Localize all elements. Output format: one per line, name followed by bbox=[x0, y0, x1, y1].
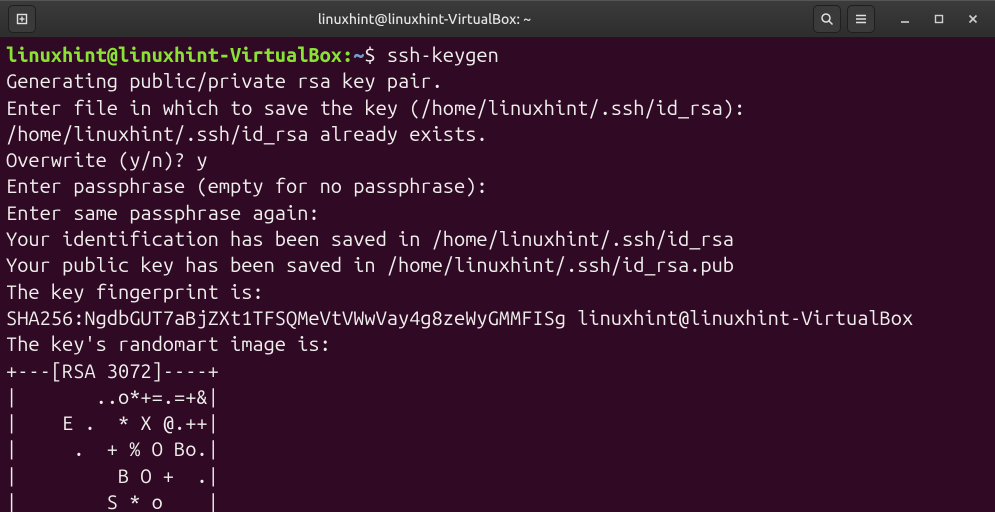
new-tab-icon bbox=[15, 12, 29, 26]
maximize-icon bbox=[933, 13, 945, 25]
menu-button[interactable] bbox=[847, 5, 875, 33]
output-line: Your public key has been saved in /home/… bbox=[6, 253, 734, 276]
output-line: Enter passphrase (empty for no passphras… bbox=[6, 174, 488, 197]
output-line: | . + % O Bo.| bbox=[6, 437, 219, 460]
titlebar: linuxhint@linuxhint-VirtualBox: ~ bbox=[0, 0, 995, 38]
prompt-path: ~ bbox=[353, 43, 364, 66]
output-line: | E . * X @.++| bbox=[6, 411, 219, 434]
command-text: ssh-keygen bbox=[387, 43, 499, 66]
output-line: /home/linuxhint/.ssh/id_rsa already exis… bbox=[6, 122, 488, 145]
close-icon bbox=[967, 13, 979, 25]
output-line: Enter file in which to save the key (/ho… bbox=[6, 96, 745, 119]
output-line: Generating public/private rsa key pair. bbox=[6, 69, 443, 92]
output-line: | B O + .| bbox=[6, 464, 219, 487]
output-line: The key's randomart image is: bbox=[6, 332, 331, 355]
search-icon bbox=[820, 12, 834, 26]
output-line: The key fingerprint is: bbox=[6, 280, 264, 303]
output-line: Your identification has been saved in /h… bbox=[6, 227, 734, 250]
prompt-userhost: linuxhint@linuxhint-VirtualBox bbox=[6, 43, 342, 66]
titlebar-right bbox=[813, 5, 987, 33]
output-line: +---[RSA 3072]----+ bbox=[6, 359, 219, 382]
titlebar-left bbox=[8, 5, 36, 33]
new-tab-button[interactable] bbox=[8, 5, 36, 33]
output-line: Overwrite (y/n)? y bbox=[6, 148, 208, 171]
close-button[interactable] bbox=[959, 5, 987, 33]
terminal-body[interactable]: linuxhint@linuxhint-VirtualBox:~$ ssh-ke… bbox=[0, 38, 995, 512]
minimize-button[interactable] bbox=[891, 5, 919, 33]
prompt-symbol: $ bbox=[364, 43, 375, 66]
output-line: | S * o | bbox=[6, 490, 219, 512]
output-line: SHA256:NgdbGUT7aBjZXt1TFSQMeVtVWwVay4g8z… bbox=[6, 306, 913, 329]
output-line: Enter same passphrase again: bbox=[6, 201, 320, 224]
output-line: | ..o*+=.=+&| bbox=[6, 385, 219, 408]
maximize-button[interactable] bbox=[925, 5, 953, 33]
search-button[interactable] bbox=[813, 5, 841, 33]
minimize-icon bbox=[899, 13, 911, 25]
window-title: linuxhint@linuxhint-VirtualBox: ~ bbox=[36, 11, 813, 27]
prompt-separator: : bbox=[342, 43, 353, 66]
hamburger-icon bbox=[854, 12, 868, 26]
